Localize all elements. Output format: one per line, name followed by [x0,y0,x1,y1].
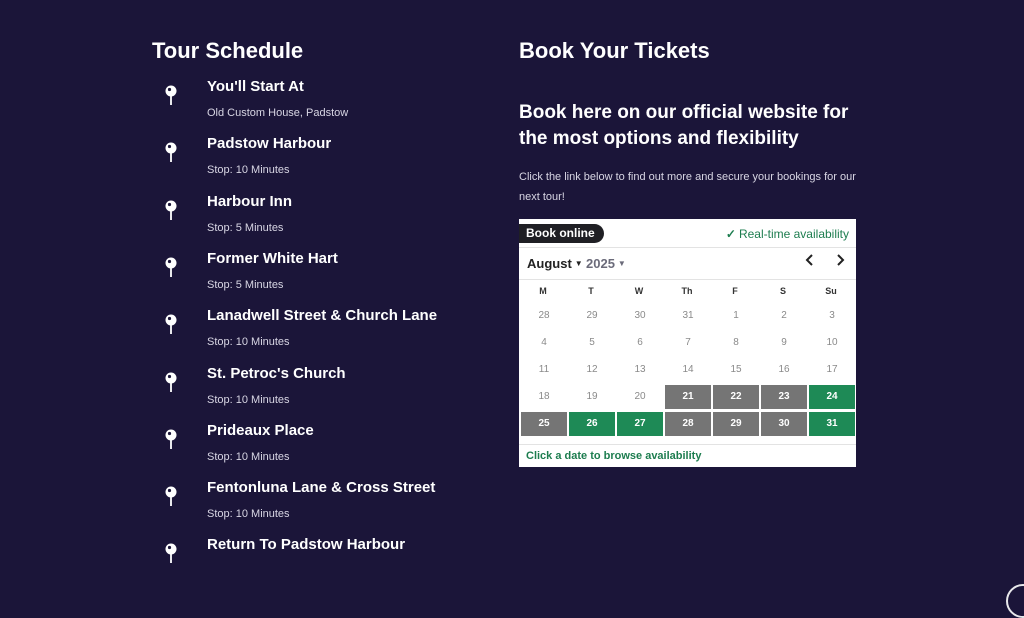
calendar-day: 12 [586,364,598,375]
stop-detail: Stop: 10 Minutes [207,450,290,463]
weekday-header: M T W Th F S Su [519,286,856,296]
calendar-day-available[interactable]: 24 [809,385,855,409]
stop-name: St. Petroc's Church [207,364,346,382]
stop-name: Prideaux Place [207,421,314,439]
book-tickets-title: Book Your Tickets [519,38,710,63]
stop-name: Lanadwell Street & Church Lane [207,307,438,325]
calendar-day-unavailable: 21 [665,385,711,409]
calendar-day-available[interactable]: 31 [809,412,855,436]
map-pin-icon [164,542,178,564]
widget-header: Book online ✓ Real-time availability [519,219,856,248]
booking-section: Book Your Tickets Book here on our offic… [519,38,864,467]
chevron-down-icon: ▼ [574,259,583,268]
calendar-day: 28 [538,310,550,321]
chevron-left-icon[interactable] [802,253,818,272]
calendar-day-unavailable: 25 [521,412,567,436]
weekday-label: F [732,286,738,296]
calendar-day: 15 [730,364,742,375]
calendar-day: 13 [634,364,646,375]
browse-availability-link[interactable]: Click a date to browse availability [526,450,701,462]
calendar-day-unavailable: 29 [713,412,759,436]
calendar-day: 2 [781,310,787,321]
weekday-label: W [634,286,644,296]
calendar-day-unavailable: 30 [761,412,807,436]
stop-detail: Stop: 10 Minutes [207,393,290,406]
map-pin-icon [164,485,178,507]
booking-intro-text: Click the link below to find out more an… [519,171,856,203]
calendar-day: 3 [829,310,835,321]
book-online-badge[interactable]: Book online [519,224,604,243]
calendar-day-unavailable: 22 [713,385,759,409]
calendar-day: 18 [538,391,550,402]
map-pin-icon [164,313,178,335]
calendar-day: 9 [781,337,787,348]
calendar-day: 20 [634,391,646,402]
map-pin-icon [164,428,178,450]
stop-detail: Stop: 10 Minutes [207,164,290,177]
calendar-day: 17 [826,364,838,375]
widget-footer: Click a date to browse availability [519,444,856,462]
calendar-day: 30 [634,310,646,321]
chevron-down-icon: ▼ [617,259,626,268]
calendar-day: 16 [778,364,790,375]
stop-detail: Stop: 10 Minutes [207,508,290,521]
tour-schedule-title: Tour Schedule [152,38,304,63]
calendar-day-available[interactable]: 26 [569,412,615,436]
calendar-day-unavailable: 28 [665,412,711,436]
weekday-label: Su [825,286,837,296]
year-select[interactable]: 2025 ▼ [586,256,626,271]
check-icon: ✓ [725,227,736,241]
chevron-right-icon[interactable] [832,253,848,272]
calendar-day: 10 [826,337,838,348]
calendar-day: 4 [541,337,547,348]
calendar-day: 29 [586,310,598,321]
calendar-day: 14 [682,364,694,375]
calendar-day: 11 [538,364,550,375]
booking-subheading: Book here on our official website for th… [519,102,849,149]
month-select[interactable]: August ▼ [527,256,583,271]
calendar-day: 5 [589,337,595,348]
realtime-availability-label: ✓ Real-time availability [726,227,849,241]
weekday-label: T [588,286,594,296]
stop-name: Fentonluna Lane & Cross Street [207,479,436,497]
stop-name: You'll Start At [207,78,304,95]
month-label: August [527,256,572,271]
calendar-day: 1 [733,310,739,321]
year-label: 2025 [586,256,615,271]
map-pin-icon [164,371,178,393]
calendar-day-available[interactable]: 27 [617,412,663,436]
stop-detail: Stop: 5 Minutes [207,221,284,234]
stop-name: Return To Padstow Harbour [207,536,406,554]
stop-name: Former White Hart [207,249,338,267]
tour-schedule-section: Tour Schedule You'll Start At Old Custom … [152,38,472,564]
weekday-label: Th [681,286,693,296]
weekday-label: M [539,286,547,296]
month-navigation: August ▼ 2025 ▼ [519,248,856,280]
stop-name: Harbour Inn [207,192,292,210]
chat-launcher-icon[interactable] [1006,584,1024,618]
calendar-day: 31 [682,310,694,321]
booking-calendar-widget: Book online ✓ Real-time availability Augu… [519,219,856,467]
calendar-day: 19 [586,391,598,402]
calendar-day: 6 [637,337,643,348]
calendar-day-unavailable: 23 [761,385,807,409]
calendar-day: 7 [685,337,691,348]
map-pin-icon [164,256,178,278]
stop-name: Padstow Harbour [207,135,332,153]
weekday-label: S [779,286,786,296]
realtime-text: Real-time availability [738,227,849,241]
stop-detail: Old Custom House, Padstow [207,107,349,119]
stop-detail: Stop: 5 Minutes [207,278,284,291]
calendar-day: 8 [733,337,739,348]
map-pin-icon [164,141,178,163]
stop-detail: Stop: 10 Minutes [207,336,290,349]
map-pin-icon [164,84,178,106]
map-pin-icon [164,199,178,221]
